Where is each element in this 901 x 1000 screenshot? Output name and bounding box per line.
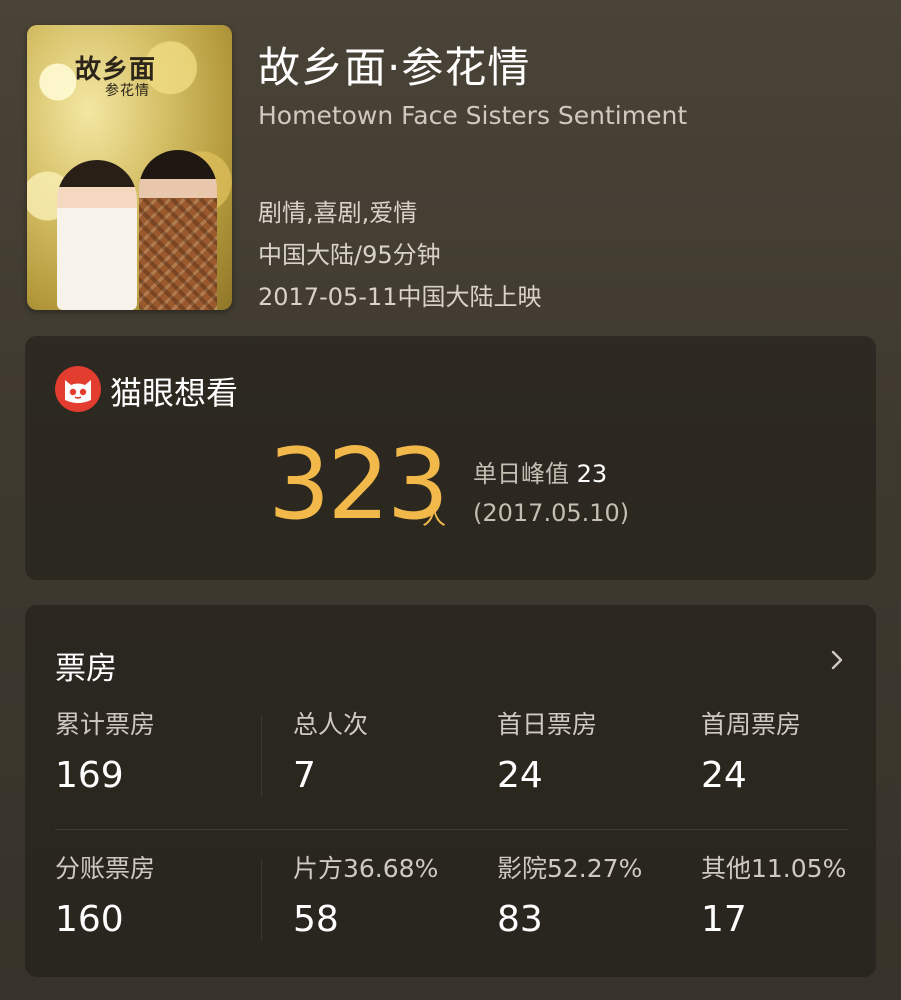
movie-release-date: 2017-05-11中国大陆上映 bbox=[258, 283, 542, 311]
stat-split-box-office: 分账票房 160 bbox=[55, 849, 155, 940]
stat-total-box-office: 累计票房 169 bbox=[55, 705, 155, 796]
maoyan-cat-icon bbox=[55, 366, 101, 412]
movie-english-title: Hometown Face Sisters Sentiment bbox=[258, 101, 688, 130]
divider bbox=[261, 859, 262, 941]
wish-count: 323 bbox=[268, 428, 449, 542]
stat-value: 58 bbox=[293, 899, 339, 940]
box-office-title: 票房 bbox=[55, 651, 117, 687]
peak-label: 单日峰值 bbox=[473, 460, 569, 488]
stat-label: 片方36.68% bbox=[293, 854, 439, 883]
poster-calligraphy-line1: 故乡面 bbox=[75, 55, 157, 85]
stat-label: 影院52.27% bbox=[497, 854, 643, 883]
stat-value: 169 bbox=[55, 755, 124, 796]
poster-figure-left bbox=[57, 160, 137, 310]
poster-figure-right bbox=[139, 150, 217, 310]
stat-label: 分账票房 bbox=[55, 854, 156, 883]
stat-value: 17 bbox=[701, 899, 747, 940]
poster-calligraphy: 故乡面 参花情 bbox=[75, 55, 193, 100]
stat-value: 83 bbox=[497, 899, 543, 940]
box-office-card[interactable]: 票房 累计票房 169 总人次 7 首日票房 24 首周票房 24 分账票房 1… bbox=[25, 605, 876, 977]
stat-value: 160 bbox=[55, 899, 124, 940]
stat-label: 首日票房 bbox=[497, 710, 598, 739]
stat-cinema-share: 影院52.27% 83 bbox=[497, 849, 642, 940]
stat-first-day: 首日票房 24 bbox=[497, 705, 597, 796]
poster-calligraphy-line2: 参花情 bbox=[105, 83, 150, 100]
stat-producer-share: 片方36.68% 58 bbox=[293, 849, 438, 940]
stat-value: 24 bbox=[497, 755, 543, 796]
stat-value: 7 bbox=[293, 755, 316, 796]
stat-label: 首周票房 bbox=[701, 710, 802, 739]
stat-label: 其他11.05% bbox=[701, 854, 847, 883]
stat-total-admissions: 总人次 7 bbox=[293, 705, 368, 796]
stat-label: 累计票房 bbox=[55, 710, 156, 739]
divider bbox=[261, 715, 262, 797]
peak-info: 单日峰值 23 bbox=[473, 454, 607, 489]
movie-region-runtime: 中国大陆/95分钟 bbox=[258, 241, 441, 269]
wish-unit: 人 bbox=[422, 502, 446, 530]
stat-first-week: 首周票房 24 bbox=[701, 705, 801, 796]
movie-genres: 剧情,喜剧,爱情 bbox=[258, 199, 418, 227]
stat-value: 24 bbox=[701, 755, 747, 796]
stat-other-share: 其他11.05% 17 bbox=[701, 849, 846, 940]
peak-value: 23 bbox=[576, 460, 608, 488]
wish-label: 猫眼想看 bbox=[110, 374, 239, 412]
box-office-row-totals: 累计票房 169 总人次 7 首日票房 24 首周票房 24 bbox=[25, 705, 876, 825]
wish-card: 猫眼想看 323 人 单日峰值 23 (2017.05.10) bbox=[25, 336, 876, 580]
movie-title: 故乡面·参花情 bbox=[258, 43, 531, 92]
chevron-right-icon[interactable] bbox=[826, 647, 848, 673]
stat-label: 总人次 bbox=[293, 710, 369, 739]
row-divider bbox=[55, 829, 848, 830]
box-office-row-split: 分账票房 160 片方36.68% 58 影院52.27% 83 其他11.05… bbox=[25, 849, 876, 969]
movie-poster[interactable]: 故乡面 参花情 bbox=[27, 25, 232, 310]
peak-date: (2017.05.10) bbox=[473, 499, 630, 527]
